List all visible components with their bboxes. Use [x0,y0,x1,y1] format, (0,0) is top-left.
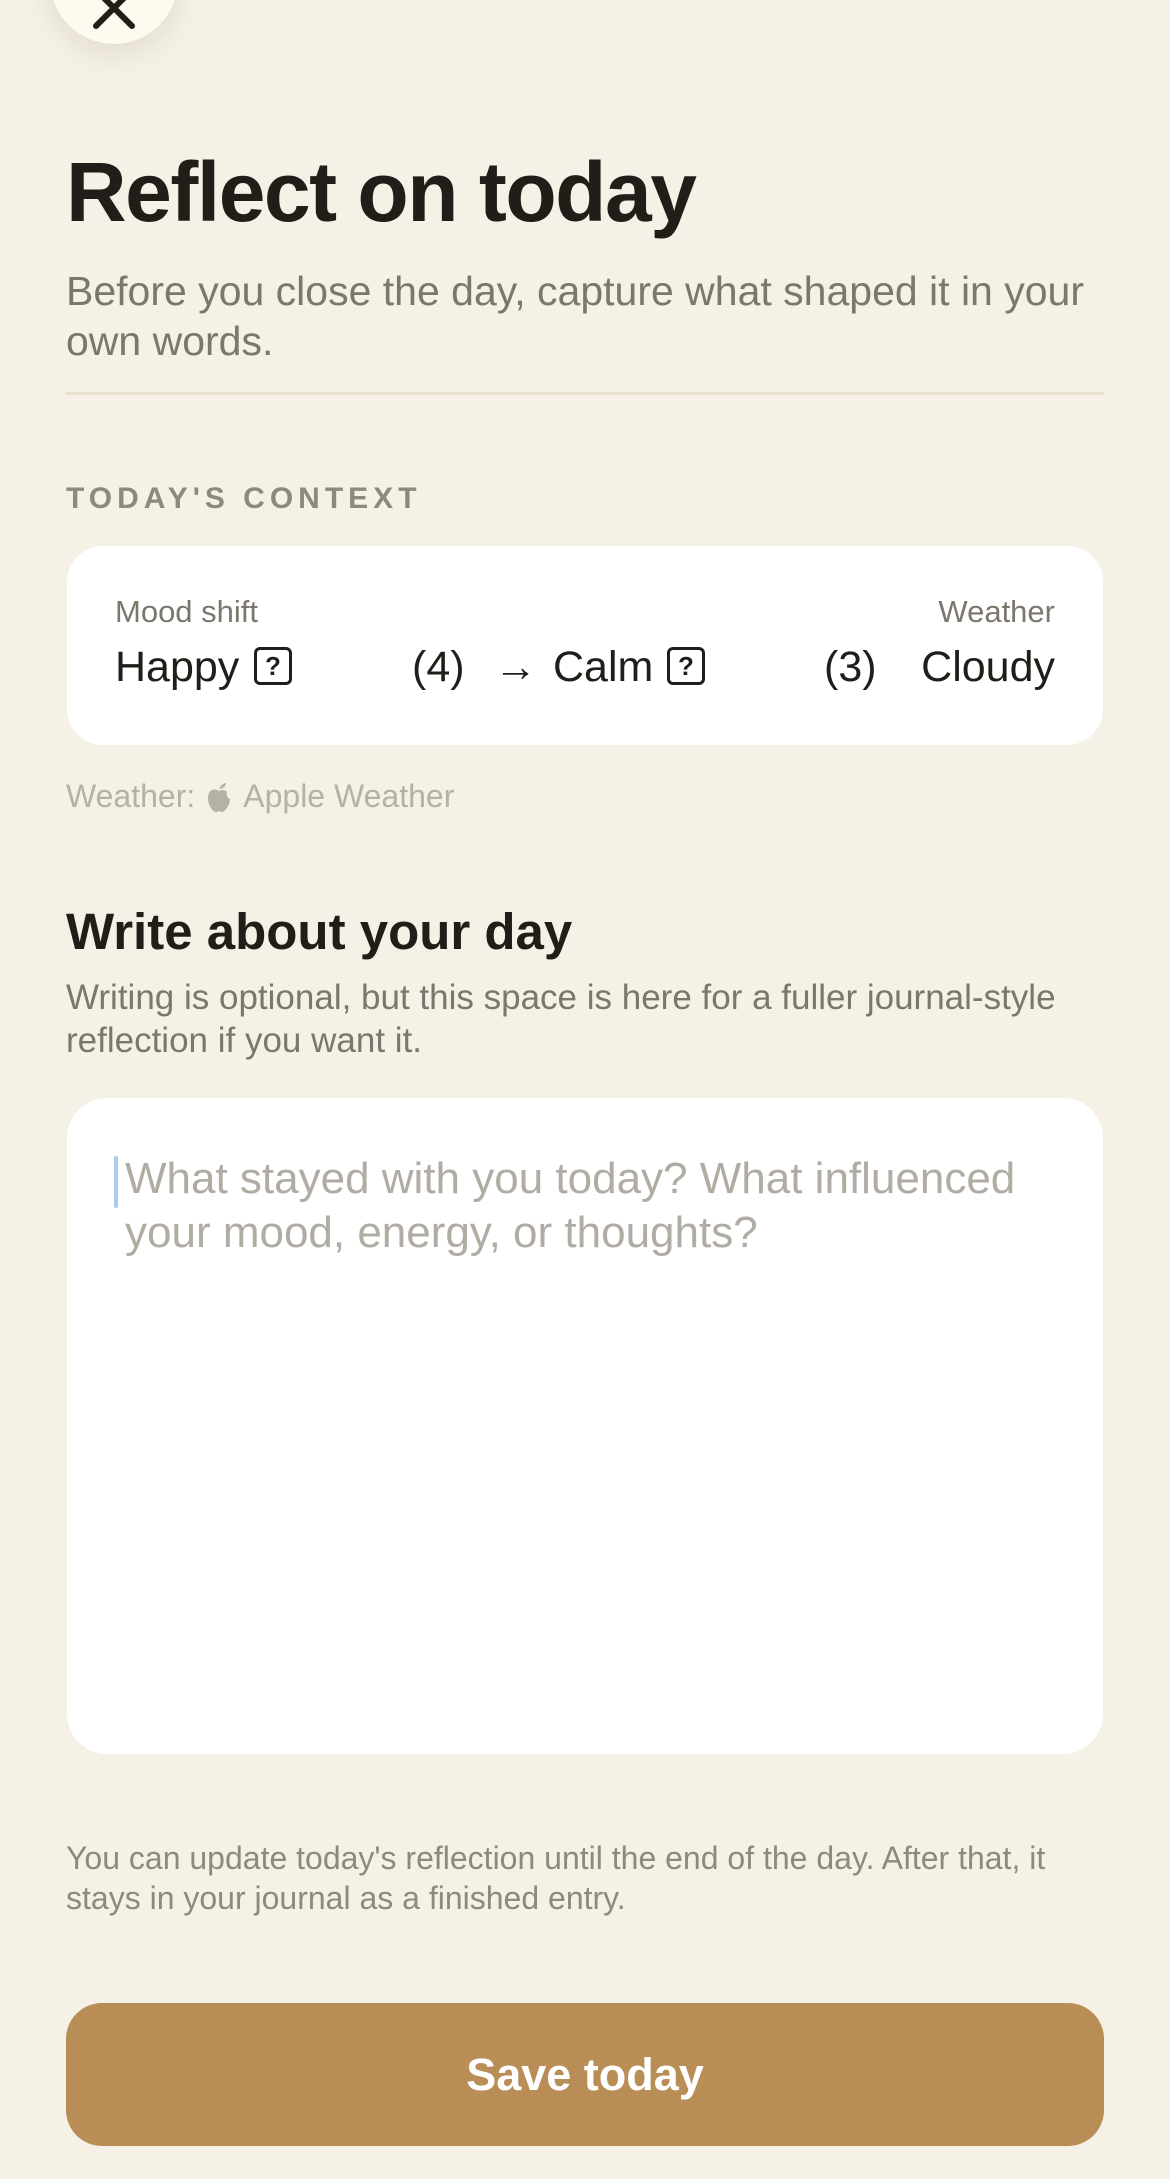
mood-from: Happy [115,643,240,691]
journal-heading: Write about your day [66,903,573,960]
save-today-button[interactable]: Save today [66,2003,1104,2146]
text-cursor [114,1156,118,1208]
journal-description: Writing is optional, but this space is h… [66,978,1056,1060]
weather-value: Cloudy [921,643,1055,691]
weather-label: Weather [938,594,1055,629]
journal-textarea[interactable] [119,1152,1069,1712]
close-button[interactable] [50,0,178,44]
reflect-screen: Reflect on today Before you close the da… [0,0,1170,2179]
mood-to-value: (3) [824,643,877,691]
page-subtitle: Before you close the day, capture what s… [66,268,1085,364]
mood-shift-label: Mood shift [115,594,259,629]
page-title: Reflect on today [66,145,697,239]
arrow-right-icon: → [494,643,537,691]
close-icon [93,0,135,29]
mood-to: Calm [553,643,654,691]
header-divider [66,392,1104,395]
edit-window-note: You can update today's reflection until … [66,1840,1046,1916]
weather-source-name: Apple Weather [243,778,455,814]
journal-editor[interactable] [67,1098,1103,1754]
mood-from-help-icon[interactable]: ? [254,646,292,689]
weather-attribution[interactable]: Weather: Apple Weather [66,778,454,815]
mood-from-value: (4) [412,643,465,691]
context-section-label: TODAY'S CONTEXT [66,482,422,515]
weather-source-prefix: Weather: [66,778,196,814]
mood-to-help-icon[interactable]: ? [667,646,705,689]
apple-icon [208,782,231,812]
context-card: Mood shift Weather Happy ? (4) → Calm ? … [67,546,1103,745]
